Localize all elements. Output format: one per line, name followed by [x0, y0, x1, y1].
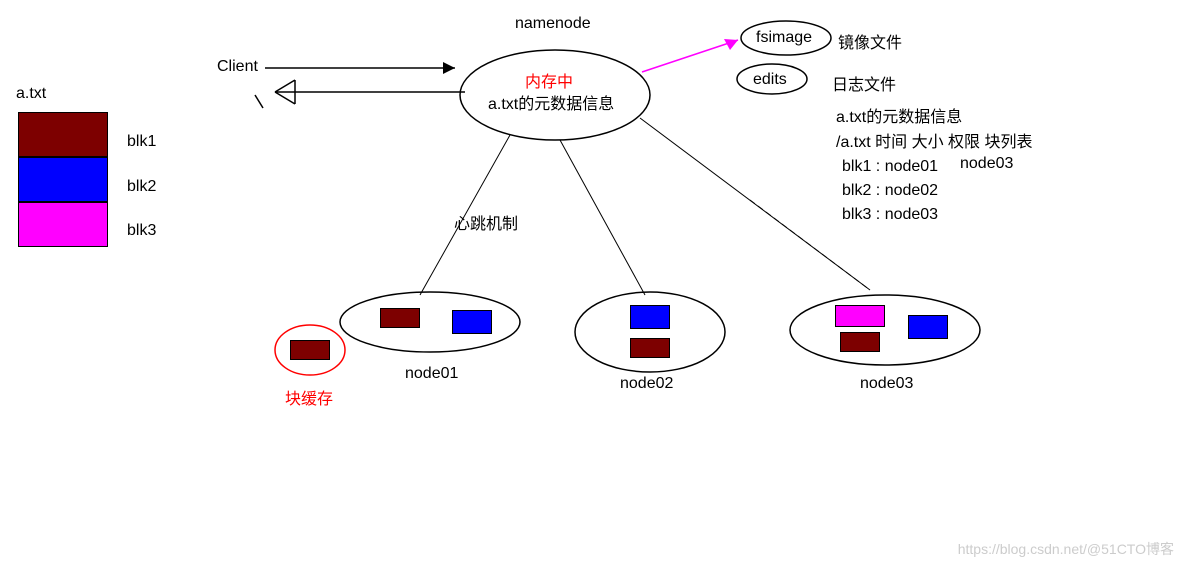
fsimage-label: fsimage	[756, 29, 812, 47]
node03-blk2	[908, 315, 948, 339]
blk3-label: blk3	[127, 222, 156, 240]
blk1-swatch	[18, 112, 108, 157]
blk2-label: blk2	[127, 178, 156, 196]
node03-blk3	[835, 305, 885, 327]
namenode-metadata-label: a.txt的元数据信息	[488, 90, 614, 114]
node03-label: node03	[860, 375, 913, 393]
node01-blk1	[380, 308, 420, 328]
metadata-title: a.txt的元数据信息	[836, 103, 962, 127]
diagram-svg	[0, 0, 1184, 567]
fsimage-desc: 镜像文件	[838, 29, 902, 53]
metadata-blk1-extra: node03	[960, 155, 1013, 173]
node02-blk2	[630, 305, 670, 329]
node03-blk1	[840, 332, 880, 352]
edits-label: edits	[753, 71, 787, 89]
metadata-blk1: blk1 : node01	[842, 158, 938, 176]
block-cache-label: 块缓存	[285, 385, 333, 409]
node01-blk2	[452, 310, 492, 334]
block-cache-block	[290, 340, 330, 360]
node02-blk1	[630, 338, 670, 358]
metadata-row: /a.txt 时间 大小 权限 块列表	[836, 128, 1032, 152]
blk2-swatch	[18, 157, 108, 202]
node02-label: node02	[620, 375, 673, 393]
watermark: https://blog.csdn.net/@51CTO博客	[958, 539, 1174, 559]
blk1-label: blk1	[127, 133, 156, 151]
client-label: Client	[217, 58, 258, 76]
heartbeat-label: 心跳机制	[454, 210, 518, 234]
namenode-memory-label: 内存中	[525, 68, 573, 92]
edits-desc: 日志文件	[832, 71, 896, 95]
namenode-title: namenode	[515, 15, 591, 33]
file-name-label: a.txt	[16, 85, 46, 103]
node01-label: node01	[405, 365, 458, 383]
metadata-blk3: blk3 : node03	[842, 206, 938, 224]
metadata-blk2: blk2 : node02	[842, 182, 938, 200]
blk3-swatch	[18, 202, 108, 247]
